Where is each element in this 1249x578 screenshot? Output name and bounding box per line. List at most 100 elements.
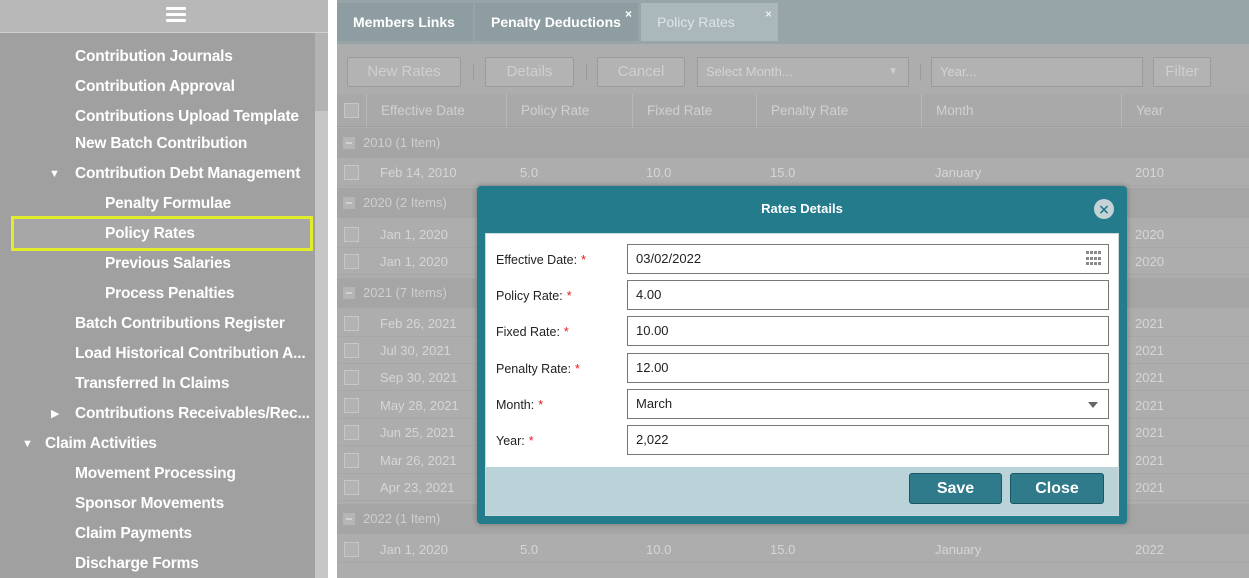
group-row[interactable]: 2010 (1 Item) <box>337 128 1249 158</box>
details-button[interactable]: Details <box>485 57 574 87</box>
cell-year: 2021 <box>1135 453 1164 468</box>
cell-year: 2020 <box>1135 227 1164 242</box>
cell-effective-date: Jan 1, 2020 <box>380 542 448 557</box>
column-month[interactable]: Month <box>921 94 1121 127</box>
tab-members-links[interactable]: Members Links <box>337 3 473 41</box>
tab-policy-rates[interactable]: Policy Rates × <box>641 3 778 41</box>
calendar-icon[interactable] <box>1086 251 1104 267</box>
column-year[interactable]: Year <box>1121 94 1249 127</box>
expanded-arrow-icon[interactable]: ▼ <box>22 431 33 457</box>
new-rates-button[interactable]: New Rates <box>347 57 461 87</box>
cancel-button[interactable]: Cancel <box>597 57 685 87</box>
fixed-rate-label: Fixed Rate: * <box>496 322 569 342</box>
row-checkbox[interactable] <box>344 453 359 468</box>
collapse-icon[interactable] <box>343 197 355 209</box>
close-icon[interactable]: × <box>765 0 772 33</box>
close-button[interactable]: Close <box>1010 473 1104 504</box>
toolbar-separator <box>586 64 587 80</box>
table-row[interactable]: Feb 14, 2010 5.0 10.0 15.0 January 2010 <box>337 159 1249 186</box>
collapsed-arrow-icon[interactable]: ▶ <box>51 401 59 427</box>
cell-effective-date: Feb 14, 2010 <box>380 165 457 180</box>
sidebar-item-new-batch-contribution[interactable]: New Batch Contribution <box>75 131 247 157</box>
sidebar-item-sponsor-movements[interactable]: Sponsor Movements <box>75 491 224 517</box>
column-policy-rate[interactable]: Policy Rate <box>506 94 632 127</box>
sidebar-item-load-historical-contribution[interactable]: Load Historical Contribution A... <box>75 341 306 367</box>
chevron-down-icon: ▼ <box>888 66 898 77</box>
collapse-icon[interactable] <box>343 137 355 149</box>
cell-year: 2021 <box>1135 343 1164 358</box>
dialog-title: Rates Details <box>761 201 843 216</box>
sidebar-item-penalty-formulae[interactable]: Penalty Formulae <box>105 191 231 217</box>
month-dropdown[interactable]: March <box>627 389 1109 419</box>
row-checkbox[interactable] <box>344 254 359 269</box>
year-label: Year: * <box>496 431 534 451</box>
sidebar-item-claim-payments[interactable]: Claim Payments <box>75 521 192 547</box>
sidebar-item-contribution-journals[interactable]: Contribution Journals <box>75 44 233 70</box>
collapse-icon[interactable] <box>343 287 355 299</box>
close-icon[interactable]: × <box>625 0 632 33</box>
sidebar-scrollbar[interactable] <box>315 33 328 578</box>
cell-effective-date: Jul 30, 2021 <box>380 343 451 358</box>
row-checkbox[interactable] <box>344 398 359 413</box>
cell-policy-rate: 5.0 <box>520 165 539 180</box>
sidebar-item-claim-activities[interactable]: Claim Activities <box>45 431 157 457</box>
tab-penalty-deductions[interactable]: Penalty Deductions × <box>475 3 638 41</box>
save-button[interactable]: Save <box>909 473 1002 504</box>
group-label: 2022 (1 Item) <box>363 511 441 526</box>
label-text: Effective Date: <box>496 253 578 267</box>
table-row[interactable]: Jan 1, 2020 5.0 10.0 15.0 January 2022 <box>337 536 1249 563</box>
month-select-placeholder: Select Month... <box>706 64 793 79</box>
select-all-checkbox[interactable] <box>344 103 359 118</box>
year-input[interactable]: Year... <box>931 57 1143 87</box>
year-field[interactable]: 2,022 <box>627 425 1109 455</box>
grid-header: Effective Date Policy Rate Fixed Rate Pe… <box>337 94 1249 127</box>
sidebar-item-discharge-forms[interactable]: Discharge Forms <box>75 551 199 577</box>
sidebar-item-previous-salaries[interactable]: Previous Salaries <box>105 251 231 277</box>
toolbar-separator <box>473 64 474 80</box>
sidebar-item-contribution-debt-management[interactable]: Contribution Debt Management <box>75 161 300 187</box>
tab-bar: Members Links Penalty Deductions × Policy… <box>337 0 1249 44</box>
row-checkbox[interactable] <box>344 370 359 385</box>
month-select[interactable]: Select Month... ▼ <box>697 57 909 87</box>
collapse-icon[interactable] <box>343 513 355 525</box>
group-label: 2010 (1 Item) <box>363 135 441 150</box>
expanded-arrow-icon[interactable]: ▼ <box>49 161 60 187</box>
sidebar-item-contribution-approval[interactable]: Contribution Approval <box>75 74 235 100</box>
toolbar-separator <box>920 64 921 80</box>
sidebar: Contribution Journals Contribution Appro… <box>0 0 328 578</box>
sidebar-item-contributions-upload-template[interactable]: Contributions Upload Template <box>75 104 299 130</box>
cell-year: 2020 <box>1135 254 1164 269</box>
column-effective-date[interactable]: Effective Date <box>366 94 506 127</box>
effective-date-field[interactable]: 03/02/2022 <box>627 244 1109 274</box>
sidebar-item-policy-rates[interactable]: Policy Rates <box>105 221 195 247</box>
sidebar-item-batch-contributions-register[interactable]: Batch Contributions Register <box>75 311 285 337</box>
sidebar-item-transferred-in-claims[interactable]: Transferred In Claims <box>75 371 230 397</box>
dialog-body: Effective Date: * 03/02/2022 Policy Rate:… <box>485 233 1119 516</box>
penalty-rate-field[interactable]: 12.00 <box>627 353 1109 383</box>
column-penalty-rate[interactable]: Penalty Rate <box>756 94 921 127</box>
row-checkbox[interactable] <box>344 480 359 495</box>
hamburger-menu-icon[interactable] <box>166 7 186 25</box>
fixed-rate-field[interactable]: 10.00 <box>627 316 1109 346</box>
cell-year: 2021 <box>1135 425 1164 440</box>
cell-effective-date: Jun 25, 2021 <box>380 425 456 440</box>
chevron-down-icon[interactable] <box>1088 402 1098 408</box>
row-checkbox[interactable] <box>344 316 359 331</box>
sidebar-item-process-penalties[interactable]: Process Penalties <box>105 281 234 307</box>
column-fixed-rate[interactable]: Fixed Rate <box>632 94 756 127</box>
row-checkbox[interactable] <box>344 165 359 180</box>
close-icon[interactable]: ⨯ <box>1094 199 1114 219</box>
policy-rate-field[interactable]: 4.00 <box>627 280 1109 310</box>
row-checkbox[interactable] <box>344 542 359 557</box>
row-checkbox[interactable] <box>344 343 359 358</box>
sidebar-scrollbar-thumb[interactable] <box>315 33 328 111</box>
sidebar-item-movement-processing[interactable]: Movement Processing <box>75 461 236 487</box>
cell-effective-date: Sep 30, 2021 <box>380 370 458 385</box>
effective-date-value: 03/02/2022 <box>636 251 702 266</box>
filter-button[interactable]: Filter <box>1153 57 1211 87</box>
sidebar-item-contributions-receivables[interactable]: Contributions Receivables/Rec... <box>75 401 310 427</box>
label-text: Penalty Rate: <box>496 362 572 376</box>
dialog-footer: Save Close <box>486 467 1118 515</box>
row-checkbox[interactable] <box>344 227 359 242</box>
row-checkbox[interactable] <box>344 425 359 440</box>
